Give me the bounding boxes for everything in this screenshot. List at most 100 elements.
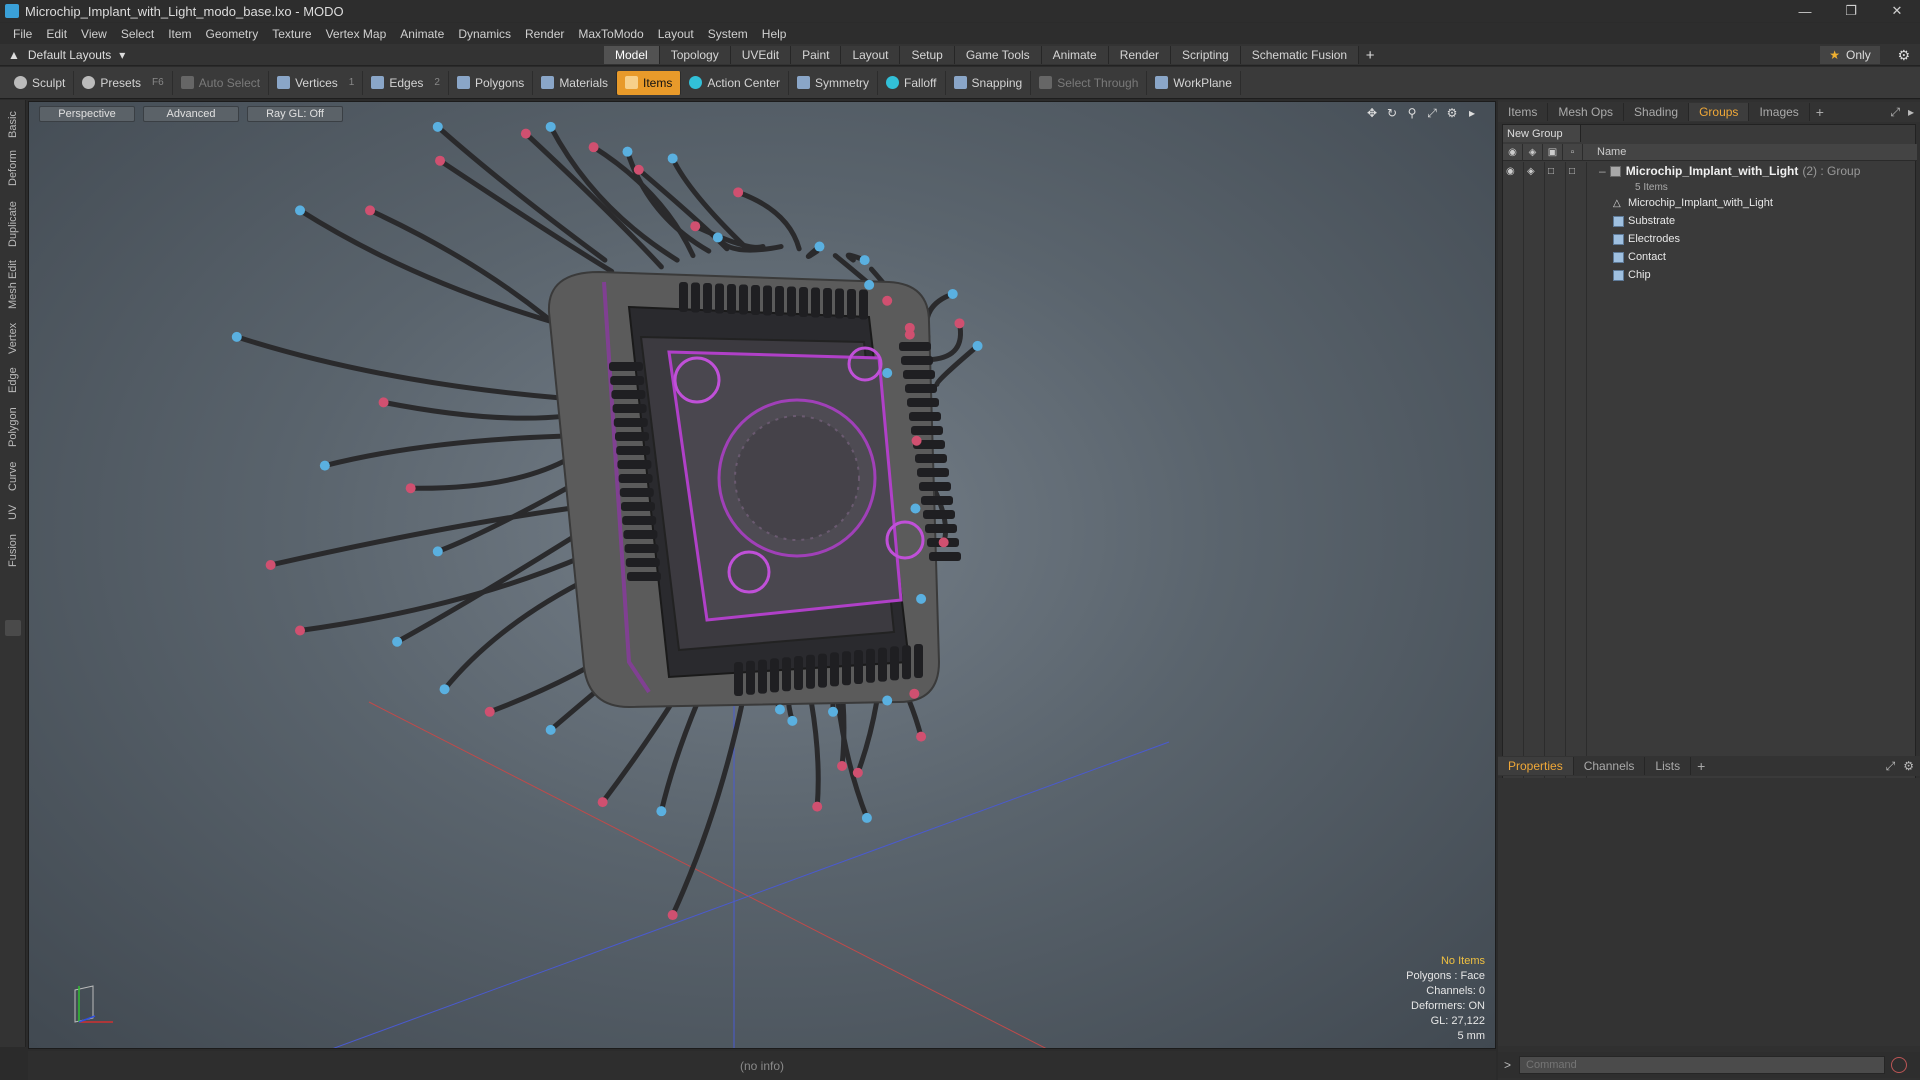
menu-render[interactable]: Render: [518, 27, 571, 41]
perspective-dropdown[interactable]: Perspective: [39, 106, 135, 122]
workplane-button[interactable]: WorkPlane: [1147, 70, 1241, 95]
snapping-button[interactable]: Snapping: [946, 70, 1032, 95]
menu-maxtomodo[interactable]: MaxToModo: [571, 27, 650, 41]
layouts-dropdown[interactable]: ▲ Default Layouts ▾: [8, 48, 125, 62]
menu-item[interactable]: Item: [161, 27, 198, 41]
menu-file[interactable]: File: [6, 27, 39, 41]
root-lock-icon[interactable]: □: [1548, 166, 1562, 180]
only-button[interactable]: ★ Only: [1820, 46, 1880, 64]
tab-images[interactable]: Images: [1749, 103, 1810, 121]
advanced-dropdown[interactable]: Advanced: [143, 106, 239, 122]
panel-menu-icon[interactable]: ▸: [1908, 105, 1914, 120]
vtab-basic[interactable]: Basic: [3, 108, 23, 142]
tab-model[interactable]: Model: [604, 46, 660, 64]
tab-paint[interactable]: Paint: [791, 46, 842, 64]
tree-row[interactable]: △ Microchip_Implant_with_Light: [1587, 194, 1917, 212]
presets-button[interactable]: Presets F6: [74, 70, 173, 95]
edges-button[interactable]: Edges 2: [363, 70, 449, 95]
symmetry-button[interactable]: Symmetry: [789, 70, 879, 95]
tab-groups[interactable]: Groups: [1689, 103, 1750, 121]
tree-row-root[interactable]: – Microchip_Implant_with_Light (2) : Gro…: [1587, 162, 1917, 180]
menu-help[interactable]: Help: [755, 27, 794, 41]
expand-icon[interactable]: ⤢: [1890, 105, 1900, 120]
rotate-icon[interactable]: ↻: [1385, 106, 1399, 120]
tab-shading[interactable]: Shading: [1624, 103, 1690, 121]
strip-toggle-button[interactable]: [5, 620, 21, 636]
tab-game-tools[interactable]: Game Tools: [954, 46, 1042, 64]
lock-column-icon[interactable]: ▣: [1543, 143, 1563, 161]
vtab-fusion[interactable]: Fusion: [3, 528, 23, 572]
materials-button[interactable]: Materials: [533, 70, 617, 95]
restore-button[interactable]: ❐: [1828, 0, 1874, 22]
render-column-icon[interactable]: ◈: [1523, 143, 1543, 161]
3d-viewport[interactable]: Perspective Advanced Ray GL: Off ✥ ↻ ⚲ ⤢…: [28, 101, 1496, 1049]
collapse-icon[interactable]: –: [1599, 164, 1606, 178]
raygl-dropdown[interactable]: Ray GL: Off: [247, 106, 343, 122]
menu-select[interactable]: Select: [114, 27, 161, 41]
new-group-button[interactable]: New Group: [1503, 125, 1581, 142]
tab-mesh-ops[interactable]: Mesh Ops: [1548, 103, 1625, 121]
tab-layout[interactable]: Layout: [841, 46, 901, 64]
tree-row[interactable]: Electrodes: [1587, 230, 1917, 248]
tree-row[interactable]: Substrate: [1587, 212, 1917, 230]
menu-view[interactable]: View: [74, 27, 114, 41]
vtab-edge[interactable]: Edge: [3, 362, 23, 398]
menu-edit[interactable]: Edit: [39, 27, 74, 41]
auto-select-button[interactable]: Auto Select: [173, 70, 270, 95]
polygons-button[interactable]: Polygons: [449, 70, 534, 95]
pan-icon[interactable]: ✥: [1365, 106, 1379, 120]
vtab-vertex[interactable]: Vertex: [3, 318, 23, 358]
menu-texture[interactable]: Texture: [265, 27, 318, 41]
select-through-button[interactable]: Select Through: [1031, 70, 1148, 95]
menu-vertex-map[interactable]: Vertex Map: [319, 27, 394, 41]
tree-row[interactable]: Contact: [1587, 248, 1917, 266]
action-center-button[interactable]: Action Center: [681, 70, 790, 95]
viewport-gear-icon[interactable]: ⚙: [1445, 106, 1459, 120]
tab-scripting[interactable]: Scripting: [1171, 46, 1241, 64]
viewport-menu-icon[interactable]: ▸: [1465, 106, 1479, 120]
menu-dynamics[interactable]: Dynamics: [451, 27, 518, 41]
fit-icon[interactable]: ⤢: [1425, 106, 1439, 120]
items-button[interactable]: Items: [617, 70, 682, 95]
vertices-button[interactable]: Vertices 1: [269, 70, 364, 95]
falloff-button[interactable]: Falloff: [878, 70, 946, 95]
name-column-header[interactable]: Name: [1583, 146, 1626, 158]
tab-items[interactable]: Items: [1498, 103, 1549, 121]
add-panel-tab-button[interactable]: +: [1810, 104, 1830, 120]
select-column-icon[interactable]: ▫: [1563, 143, 1583, 161]
add-tab-button[interactable]: +: [1359, 46, 1381, 64]
tab-properties[interactable]: Properties: [1498, 757, 1574, 775]
sculpt-button[interactable]: Sculpt: [6, 70, 75, 95]
command-input[interactable]: [1519, 1056, 1886, 1074]
menu-geometry[interactable]: Geometry: [199, 27, 266, 41]
gear-icon[interactable]: ⚙: [1897, 47, 1910, 64]
tab-topology[interactable]: Topology: [659, 46, 731, 64]
root-render-icon[interactable]: ◈: [1527, 166, 1541, 180]
minimize-button[interactable]: —: [1782, 0, 1828, 22]
tab-schematic-fusion[interactable]: Schematic Fusion: [1240, 46, 1360, 64]
vtab-uv[interactable]: UV: [3, 500, 23, 524]
vtab-duplicate[interactable]: Duplicate: [3, 196, 23, 252]
vtab-mesh-edit[interactable]: Mesh Edit: [3, 258, 23, 312]
zoom-icon[interactable]: ⚲: [1405, 106, 1419, 120]
root-eye-icon[interactable]: ◉: [1506, 166, 1520, 180]
tab-channels[interactable]: Channels: [1574, 757, 1646, 775]
menu-system[interactable]: System: [701, 27, 755, 41]
vtab-polygon[interactable]: Polygon: [3, 402, 23, 452]
add-props-tab-button[interactable]: +: [1691, 758, 1711, 774]
tab-render[interactable]: Render: [1108, 46, 1172, 64]
vtab-curve[interactable]: Curve: [3, 456, 23, 496]
tab-animate[interactable]: Animate: [1041, 46, 1109, 64]
tree-row[interactable]: Chip: [1587, 266, 1917, 284]
menu-animate[interactable]: Animate: [393, 27, 451, 41]
vtab-deform[interactable]: Deform: [3, 146, 23, 190]
root-select-icon[interactable]: □: [1569, 166, 1583, 180]
eye-column-icon[interactable]: ◉: [1503, 143, 1523, 161]
command-clear-icon[interactable]: [1891, 1057, 1908, 1073]
props-gear-icon[interactable]: ⚙: [1903, 759, 1914, 774]
tab-uvedit[interactable]: UVEdit: [730, 46, 792, 64]
tab-setup[interactable]: Setup: [900, 46, 955, 64]
menu-layout[interactable]: Layout: [651, 27, 701, 41]
props-expand-icon[interactable]: ⤢: [1886, 759, 1896, 774]
tab-lists[interactable]: Lists: [1645, 757, 1692, 775]
